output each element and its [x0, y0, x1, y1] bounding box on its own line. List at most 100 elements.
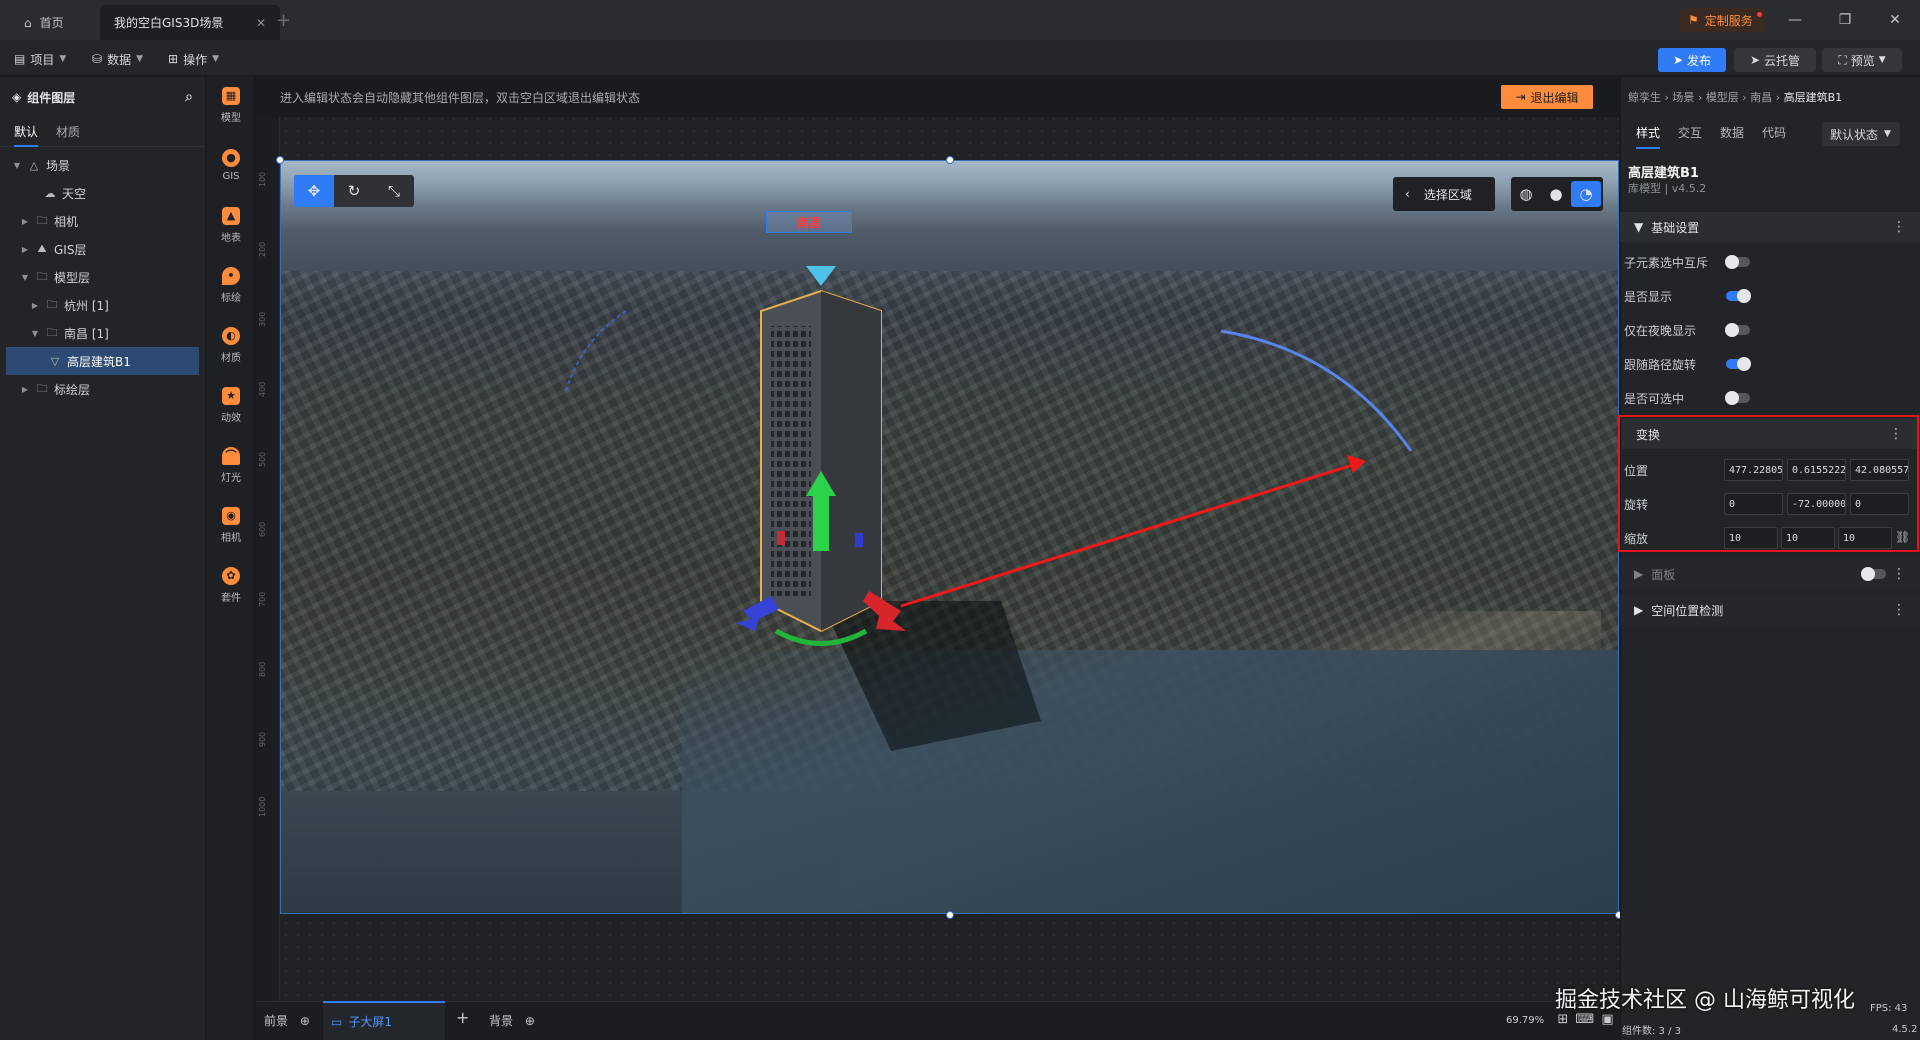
close-window-icon[interactable]: ✕: [1880, 8, 1910, 32]
custom-service-button[interactable]: ⚑ 定制服务: [1680, 8, 1766, 32]
chevron-right-icon[interactable]: ▶: [30, 301, 40, 310]
toggle-label: 子元素选中互斥: [1624, 255, 1709, 270]
tab-style[interactable]: 样式: [1636, 124, 1661, 149]
tab-default[interactable]: 默认: [14, 123, 39, 147]
menu-operate[interactable]: ⊞ 操作 ▼: [168, 48, 219, 70]
rail-plot[interactable]: • 标绘: [207, 257, 255, 313]
tree-node-gis[interactable]: ▶ ⛰ GIS层: [0, 235, 205, 263]
tab-interaction[interactable]: 交互: [1678, 124, 1702, 149]
rotate-tool-icon[interactable]: ↻: [334, 175, 374, 207]
rail-surface[interactable]: ▲ 地表: [207, 197, 255, 253]
foreground-tab[interactable]: 前景 ⊕: [264, 1012, 310, 1029]
breadcrumb-item[interactable]: 南昌: [1750, 91, 1772, 104]
toggle-visible[interactable]: [1726, 289, 1751, 303]
section-spatial-check[interactable]: ▶ 空间位置检测 ⋮: [1620, 595, 1920, 625]
rail-kit[interactable]: ✿ 套件: [207, 557, 255, 613]
restore-icon[interactable]: ❐: [1830, 8, 1860, 32]
wireframe-icon[interactable]: ◍: [1511, 185, 1541, 203]
resize-handle-top[interactable]: [946, 156, 954, 164]
search-icon[interactable]: ⌕: [185, 89, 193, 105]
add-tab-icon[interactable]: +: [276, 10, 291, 31]
rail-model[interactable]: ▦ 模型: [207, 77, 255, 133]
close-icon[interactable]: ✕: [256, 16, 266, 30]
component-count: 组件数: 3 / 3: [1622, 1026, 1681, 1037]
rail-effect[interactable]: ★ 动效: [207, 377, 255, 433]
add-circle-icon[interactable]: ⊕: [300, 1014, 310, 1028]
tab-data[interactable]: 数据: [1720, 124, 1744, 149]
preview-button[interactable]: ⛶ 预览 ▼: [1822, 48, 1902, 72]
rail-gis[interactable]: ● GIS: [207, 137, 255, 193]
rail-material[interactable]: ◐ 材质: [207, 317, 255, 373]
resize-handle-bottom[interactable]: [946, 911, 954, 919]
exit-edit-button[interactable]: ⇥ 退出编辑: [1501, 85, 1593, 109]
city-label[interactable]: 南昌: [766, 211, 852, 233]
fullscreen-icon: ⛶: [1838, 52, 1847, 67]
chevron-down-icon: ▼: [212, 54, 219, 64]
layers-icon: ◈: [12, 90, 22, 104]
move-tool-icon[interactable]: ✥: [294, 175, 334, 207]
send-icon: ➤: [1672, 53, 1684, 67]
add-circle-icon[interactable]: ⊕: [525, 1014, 535, 1028]
tab-code[interactable]: 代码: [1762, 124, 1786, 149]
cloud-hosting-button[interactable]: ➤ 云托管: [1734, 48, 1816, 72]
tree-node-camera[interactable]: ▶ 🗀 相机: [0, 207, 205, 235]
tab-scene[interactable]: 我的空白GIS3D场景 ✕: [100, 5, 280, 40]
sub-screen-tab[interactable]: ▭ 子大屏1: [323, 1001, 445, 1040]
fit-icon[interactable]: ⊞: [1557, 1012, 1568, 1027]
tree-node-model-layer[interactable]: ▼ 🗀 模型层: [0, 263, 205, 291]
section-basic[interactable]: ▼ 基础设置 ⋮: [1620, 212, 1920, 242]
resize-handle-top-left[interactable]: [276, 156, 284, 164]
toggle-panel[interactable]: [1861, 567, 1886, 581]
chevron-right-icon[interactable]: ▶: [20, 245, 30, 254]
model-icon: ▦: [222, 86, 240, 105]
scale-tool-icon[interactable]: ⤡: [374, 175, 414, 207]
tree-node-building-b1[interactable]: ▽ 高层建筑B1: [6, 347, 199, 375]
zoom-level[interactable]: 69.79% ⊞ ⌨ ▣: [1506, 1012, 1614, 1027]
breadcrumb-item[interactable]: 鲸孪生: [1628, 91, 1661, 104]
menu-project[interactable]: ▤ 项目 ▼: [14, 48, 66, 70]
chevron-down-icon[interactable]: ▼: [20, 273, 30, 282]
textured-icon[interactable]: ◔: [1571, 181, 1601, 207]
tree-node-sky[interactable]: ☁ 天空: [0, 179, 205, 207]
publish-button[interactable]: ➤ 发布: [1658, 48, 1726, 72]
more-icon[interactable]: ⋮: [1892, 566, 1906, 582]
more-icon[interactable]: ⋮: [1892, 602, 1906, 618]
toggle-child-exclusive[interactable]: [1725, 255, 1750, 269]
pin-icon: •: [222, 266, 240, 285]
toggle-follow-path[interactable]: [1726, 357, 1751, 371]
tab-home[interactable]: ⌂ 首页: [10, 5, 88, 40]
tree-node-nanchang[interactable]: ▼ 🗀 南昌 [1]: [0, 319, 205, 347]
tree-node-scene[interactable]: ▼ △ 场景: [0, 151, 205, 179]
breadcrumb-item[interactable]: 场景: [1672, 91, 1694, 104]
add-screen-icon[interactable]: +: [456, 1008, 469, 1027]
rail-label: 地表: [221, 232, 241, 244]
gizmo-blue-block[interactable]: [855, 533, 863, 547]
gizmo-red-block[interactable]: [777, 531, 785, 545]
breadcrumb-item[interactable]: 高层建筑B1: [1784, 91, 1843, 104]
state-select[interactable]: 默认状态 ▼: [1822, 122, 1900, 146]
breadcrumb-item[interactable]: 模型层: [1706, 91, 1739, 104]
rail-camera[interactable]: ◉ 相机: [207, 497, 255, 553]
tab-material[interactable]: 材质: [56, 123, 80, 140]
rotate-handle-cone[interactable]: [806, 266, 836, 286]
toggle-selectable[interactable]: [1725, 391, 1750, 405]
area-select-button[interactable]: ‹ 选择区域: [1393, 177, 1495, 211]
fps-counter: FPS: 43: [1870, 1003, 1908, 1014]
tree-node-plot-layer[interactable]: ▶ 🗀 标绘层: [0, 375, 205, 403]
toggle-night-only[interactable]: [1725, 323, 1750, 337]
terminal-icon[interactable]: ▣: [1601, 1012, 1613, 1027]
chevron-right-icon[interactable]: ▶: [20, 217, 30, 226]
keyboard-icon[interactable]: ⌨: [1575, 1012, 1594, 1027]
menu-data[interactable]: ⛁ 数据 ▼: [92, 48, 143, 70]
background-tab[interactable]: 背景 ⊕: [489, 1012, 535, 1029]
chevron-down-icon[interactable]: ▼: [30, 329, 40, 338]
more-icon[interactable]: ⋮: [1892, 219, 1906, 235]
chevron-down-icon[interactable]: ▼: [12, 161, 22, 170]
3d-viewport[interactable]: 南昌: [280, 160, 1619, 914]
solid-icon[interactable]: ●: [1541, 185, 1571, 203]
tree-node-hangzhou[interactable]: ▶ 🗀 杭州 [1]: [0, 291, 205, 319]
chevron-right-icon[interactable]: ▶: [20, 385, 30, 394]
z-axis-arrow[interactable]: [736, 596, 779, 631]
rail-light[interactable]: ⌒ 灯光: [207, 437, 255, 493]
minimize-icon[interactable]: —: [1780, 8, 1810, 32]
